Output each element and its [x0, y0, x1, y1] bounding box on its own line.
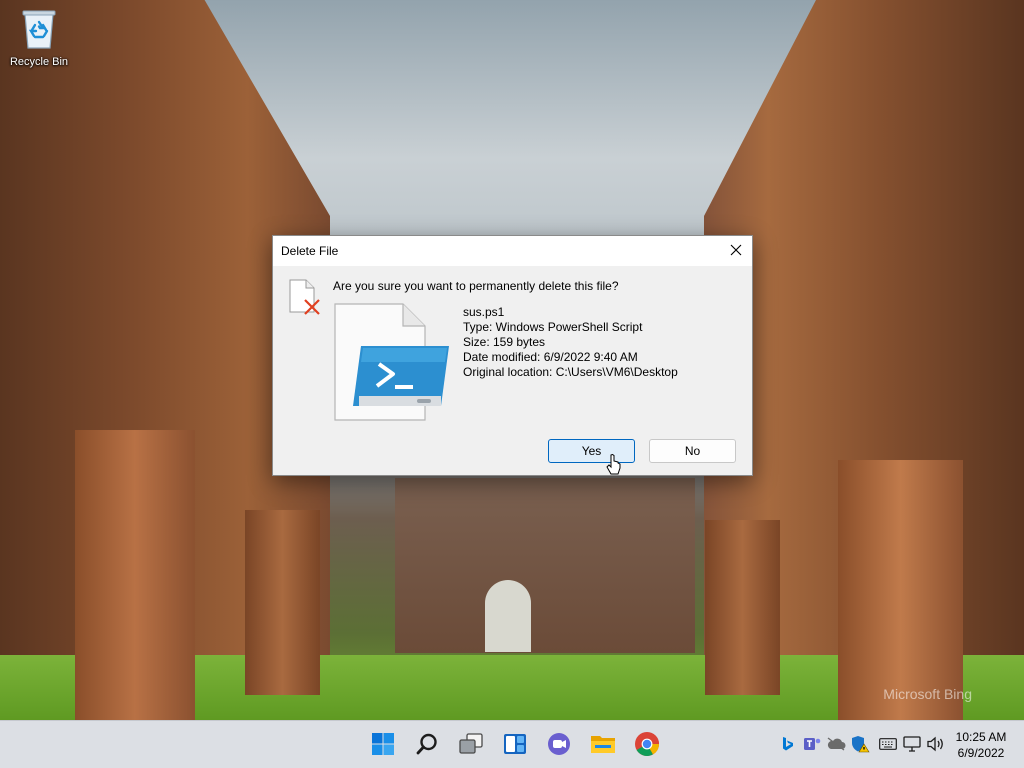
widgets-button[interactable] [497, 725, 533, 765]
dialog-title: Delete File [281, 244, 339, 258]
file-size: Size: 159 bytes [463, 335, 546, 349]
windows-start-icon [371, 732, 395, 759]
wallpaper-pillar [75, 430, 195, 720]
dialog-titlebar[interactable]: Delete File [273, 236, 752, 266]
bing-icon [781, 736, 795, 755]
file-type: Type: Windows PowerShell Script [463, 320, 643, 334]
system-tray: 10:25 AM 6/9/2022 [776, 721, 1024, 768]
volume-icon [926, 736, 946, 755]
file-explorer-icon [590, 732, 616, 759]
teams-chat-button[interactable] [541, 725, 577, 765]
close-icon [730, 244, 742, 259]
bing-watermark: Microsoft Bing [883, 686, 972, 702]
clock-time: 10:25 AM [955, 730, 1007, 744]
wallpaper-pillar [705, 520, 780, 695]
desktop-icon-label: Recycle Bin [9, 56, 69, 68]
no-button[interactable]: No [649, 439, 736, 463]
keyboard-icon [879, 737, 897, 753]
network-tray-button[interactable] [900, 721, 924, 768]
taskbar: 10:25 AM 6/9/2022 [0, 720, 1024, 768]
search-icon [415, 732, 439, 759]
wallpaper-pillar [838, 460, 963, 720]
desktop-icon-recycle-bin[interactable]: Recycle Bin [4, 4, 74, 76]
file-original-location: Original location: C:\Users\VM6\Desktop [463, 365, 678, 379]
delete-file-dialog: Delete File Are you sure you want to per… [272, 235, 753, 476]
file-explorer-button[interactable] [585, 725, 621, 765]
taskbar-clock[interactable]: 10:25 AM 6/9/2022 [950, 721, 1012, 768]
onedrive-tray-button[interactable] [824, 721, 848, 768]
taskbar-apps [365, 721, 665, 768]
volume-tray-button[interactable] [924, 721, 948, 768]
defender-tray-button[interactable] [848, 721, 872, 768]
teams-chat-icon [546, 731, 572, 760]
clock-date: 6/9/2022 [957, 746, 1005, 760]
widgets-icon [503, 732, 527, 759]
file-date-modified: Date modified: 6/9/2022 9:40 AM [463, 350, 638, 364]
network-icon [903, 735, 921, 755]
teams-icon [803, 736, 821, 755]
confirm-question: Are you sure you want to permanently del… [333, 279, 619, 293]
wallpaper-pillar [245, 510, 320, 695]
mouse-pointer-icon [606, 453, 622, 476]
file-details: sus.ps1 Type: Windows PowerShell Script … [463, 305, 678, 380]
start-button[interactable] [365, 725, 401, 765]
task-view-button[interactable] [453, 725, 489, 765]
teams-tray-button[interactable] [800, 721, 824, 768]
chrome-button[interactable] [629, 725, 665, 765]
show-desktop-button[interactable] [1012, 721, 1024, 768]
search-button[interactable] [409, 725, 445, 765]
file-name: sus.ps1 [463, 305, 505, 319]
delete-file-icon [288, 278, 324, 318]
defender-warning-icon [850, 735, 870, 756]
wallpaper-back-wall [395, 478, 695, 653]
wallpaper-doorway [485, 580, 531, 652]
powershell-file-icon [333, 302, 453, 424]
task-view-icon [458, 732, 484, 759]
chrome-icon [634, 731, 660, 760]
close-button[interactable] [720, 236, 752, 266]
recycle-bin-icon [22, 8, 56, 50]
keyboard-tray-button[interactable] [876, 721, 900, 768]
bing-tray-button[interactable] [776, 721, 800, 768]
onedrive-icon [826, 736, 846, 754]
